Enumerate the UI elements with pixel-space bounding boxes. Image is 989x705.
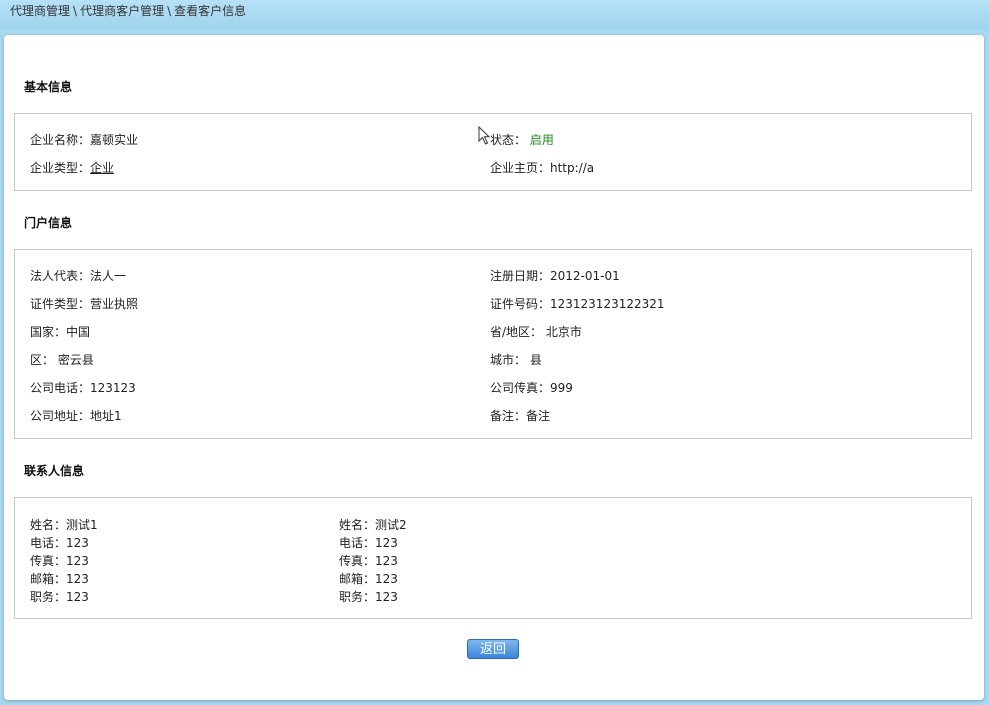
company-phone: 公司电话：123123 [30, 381, 136, 395]
company-fax: 公司传真：999 [490, 381, 573, 395]
status-field: 状态： 启用 [490, 131, 554, 148]
company-type-field: 企业类型：企业 [30, 159, 114, 176]
city: 城市： 县 [490, 353, 542, 367]
contact-phone: 电话：123 [30, 536, 89, 550]
contact-email: 邮箱：123 [30, 572, 89, 586]
section-title-contact-info: 联系人信息 [24, 464, 85, 478]
contact-info-box: 姓名：测试1 电话：123 传真：123 邮箱：123 职务：123 姓名：测试… [14, 497, 972, 619]
section-title-portal-info: 门户信息 [24, 216, 73, 230]
mouse-cursor-icon [478, 126, 491, 145]
contact-email: 邮箱：123 [339, 572, 398, 586]
back-button[interactable]: 返回 [467, 639, 519, 659]
breadcrumb-separator: \ [167, 4, 172, 18]
breadcrumb: 代理商管理 \ 代理商客户管理 \ 查看客户信息 [0, 0, 989, 30]
contact-phone: 电话：123 [339, 536, 398, 550]
contact-fax: 传真：123 [339, 554, 398, 568]
legal-representative: 法人代表：法人一 [30, 269, 127, 283]
certificate-number: 证件号码：123123123122321 [490, 297, 665, 311]
contact-fax: 传真：123 [30, 554, 89, 568]
contact-position: 职务：123 [30, 590, 89, 604]
contact-card: 姓名：测试2 电话：123 传真：123 邮箱：123 职务：123 [339, 516, 407, 606]
company-name: 企业名称：嘉顿实业 [30, 133, 139, 147]
remark: 备注：备注 [490, 409, 551, 423]
section-title-basic-info: 基本信息 [24, 80, 73, 94]
contact-name: 姓名：测试1 [30, 518, 98, 532]
content-panel: 基本信息 企业名称：嘉顿实业 状态： 启用 企业类型：企业 企业主页：http:… [4, 35, 984, 700]
contact-name: 姓名：测试2 [339, 518, 407, 532]
company-address: 公司地址：地址1 [30, 409, 122, 423]
status-value: 启用 [529, 133, 554, 147]
province: 省/地区： 北京市 [490, 325, 582, 339]
country: 国家：中国 [30, 325, 91, 339]
basic-info-box: 企业名称：嘉顿实业 状态： 启用 企业类型：企业 企业主页：http://a [14, 113, 972, 191]
status-label: 状态： [490, 133, 527, 147]
registration-date: 注册日期：2012-01-01 [490, 269, 620, 283]
company-type-label: 企业类型： [30, 161, 91, 175]
breadcrumb-item-agent-customer-management[interactable]: 代理商客户管理 [80, 4, 164, 18]
breadcrumb-separator: \ [73, 4, 78, 18]
contact-position: 职务：123 [339, 590, 398, 604]
contact-card: 姓名：测试1 电话：123 传真：123 邮箱：123 职务：123 [30, 516, 98, 606]
breadcrumb-item-view-customer-info: 查看客户信息 [174, 4, 247, 18]
certificate-type: 证件类型：营业执照 [30, 297, 139, 311]
district: 区： 密云县 [30, 353, 94, 367]
portal-info-box: 法人代表：法人一 注册日期：2012-01-01 证件类型：营业执照 证件号码：… [14, 249, 972, 439]
breadcrumb-item-agent-management[interactable]: 代理商管理 [10, 4, 70, 18]
company-homepage: 企业主页：http://a [490, 161, 595, 175]
company-type-value: 企业 [90, 161, 115, 175]
